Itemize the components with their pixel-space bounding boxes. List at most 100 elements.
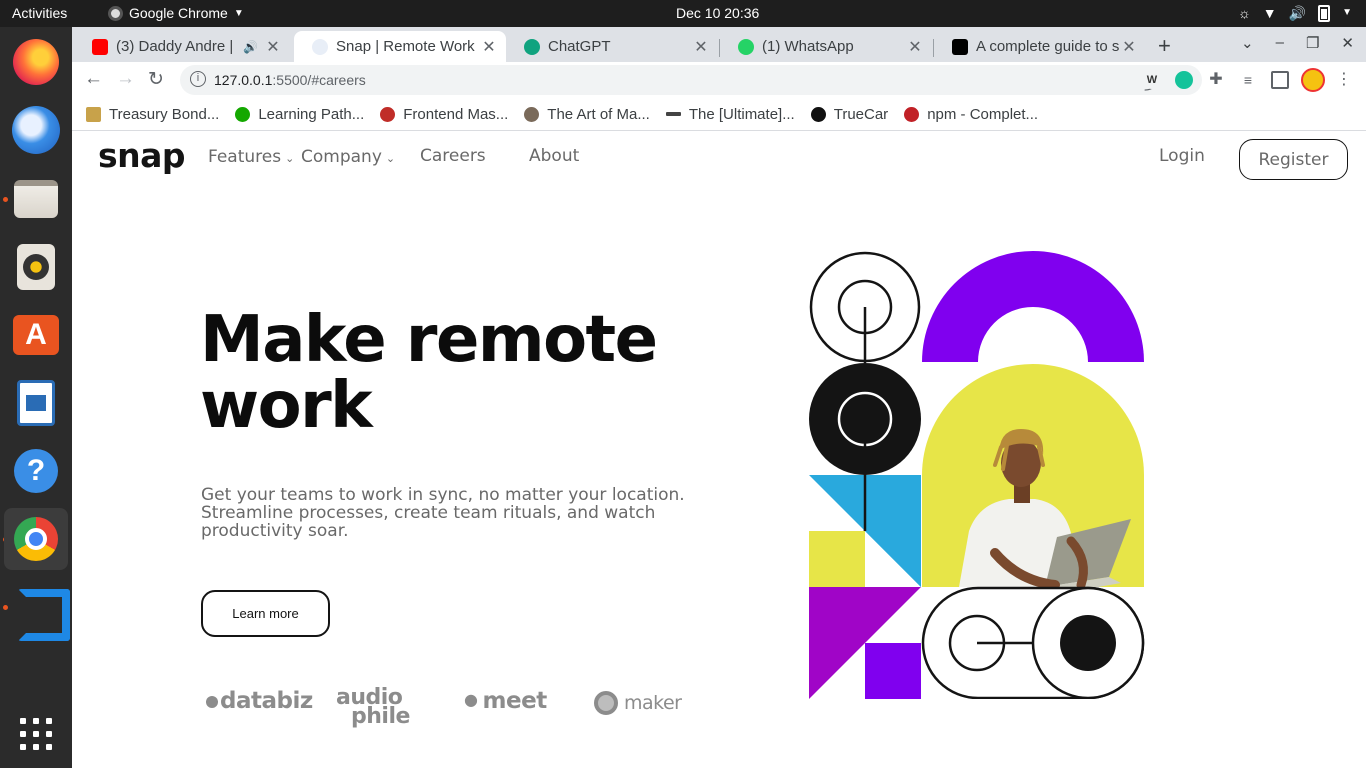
reload-icon[interactable]: ↻ <box>148 68 164 91</box>
dock-software[interactable]: A <box>10 309 62 361</box>
address-bar[interactable]: i 127.0.0.1:5500/#careers ⤴ ☆ <box>180 65 1202 95</box>
chrome-icon <box>14 517 58 561</box>
nav-careers[interactable]: Careers <box>420 146 486 166</box>
bookmark-item[interactable]: npm - Complet... <box>904 106 1038 123</box>
app-menu[interactable]: Google Chrome ▼ <box>108 5 244 21</box>
nav-label: Company <box>301 147 382 167</box>
yellow-square-shape <box>809 531 865 587</box>
bookmark-label: npm - Complet... <box>927 105 1039 123</box>
bookmark-item[interactable]: The [Ultimate]... <box>665 105 795 123</box>
blue-triangle-shape <box>865 531 921 587</box>
web-page: snap Features ⌄ Company ⌄ Careers About Lo… <box>72 132 1366 768</box>
nav-company[interactable]: Company ⌄ <box>301 147 395 167</box>
app-grid-icon <box>20 718 52 750</box>
hero-title: Make remote work <box>200 303 658 443</box>
close-tab-icon[interactable]: ✕ <box>692 37 710 57</box>
youtube-favicon-icon <box>92 38 108 55</box>
purple-arch-shape <box>922 251 1144 362</box>
extensions-puzzle-icon[interactable]: ✚ <box>1207 71 1225 89</box>
side-panel-icon[interactable] <box>1271 71 1289 89</box>
login-link[interactable]: Login <box>1159 146 1205 166</box>
client-name: meet <box>482 688 548 714</box>
activities-button[interactable]: Activities <box>12 5 67 21</box>
dock-writer[interactable] <box>10 377 62 429</box>
system-tray[interactable]: ☼ ▼ 🔊 ▼ <box>1238 4 1352 22</box>
bookmark-favicon-icon <box>904 106 920 122</box>
tab-youtube[interactable]: (3) Daddy Andre | B 🔊 ✕ <box>74 31 290 62</box>
nav-features[interactable]: Features ⌄ <box>208 147 294 167</box>
more-menu-icon[interactable]: ⋮ <box>1335 71 1353 89</box>
dock-show-apps[interactable] <box>10 708 62 760</box>
dock-help[interactable]: ? <box>10 445 62 497</box>
close-window-icon[interactable]: ✕ <box>1341 34 1354 52</box>
tab-whatsapp[interactable]: (1) WhatsApp ✕ <box>720 31 932 62</box>
tab-title: Snap | Remote Work <box>336 38 475 55</box>
client-name: maker <box>624 692 682 714</box>
dock-thunderbird[interactable] <box>10 104 62 156</box>
chevron-down-icon: ⌄ <box>285 152 295 165</box>
wifi-icon: ▼ <box>1262 5 1277 21</box>
wikipedia-extension-icon[interactable]: W <box>1143 71 1161 89</box>
tab-title: A complete guide to s <box>976 38 1120 55</box>
close-tab-icon[interactable]: ✕ <box>480 37 498 57</box>
back-icon[interactable]: ← <box>84 68 103 90</box>
browser-toolbar: ← → ↻ i 127.0.0.1:5500/#careers ⤴ ☆ W ✚ … <box>72 62 1366 98</box>
dock-rhythmbox[interactable] <box>10 241 62 293</box>
bookmark-favicon-icon <box>380 106 396 122</box>
close-tab-icon[interactable]: ✕ <box>906 37 924 57</box>
dock-chrome[interactable] <box>4 508 68 570</box>
files-icon <box>14 180 58 218</box>
vscode-icon <box>14 585 58 629</box>
chrome-app-icon <box>108 5 123 21</box>
minimize-icon[interactable]: – <box>1276 34 1284 52</box>
tab-chatgpt[interactable]: ChatGPT ✕ <box>506 31 718 62</box>
bookmark-item[interactable]: Learning Path... <box>235 106 364 123</box>
register-button[interactable]: Register <box>1239 139 1348 180</box>
hero-description: Get your teams to work in sync, no matte… <box>201 485 685 541</box>
medium-favicon-icon <box>952 38 968 55</box>
snap-logo[interactable]: snap <box>98 136 186 175</box>
thunderbird-icon <box>12 106 60 154</box>
bookmark-favicon-icon <box>524 106 540 122</box>
bookmark-label: Frontend Mas... <box>403 105 509 123</box>
bookmark-label: The Art of Ma... <box>547 105 650 123</box>
dock-vscode[interactable] <box>10 581 62 633</box>
tab-title: (1) WhatsApp <box>762 38 854 55</box>
grammarly-extension-icon[interactable] <box>1175 71 1193 89</box>
tab-search-icon[interactable]: ⌄ <box>1241 34 1254 52</box>
bookmark-favicon-icon <box>235 106 251 122</box>
firefox-icon <box>13 39 59 85</box>
client-logo-databiz: databiz <box>206 688 313 714</box>
bookmark-item[interactable]: TrueCar <box>810 106 888 123</box>
learn-more-button[interactable]: Learn more <box>201 590 330 637</box>
close-tab-icon[interactable]: ✕ <box>1120 37 1138 57</box>
forward-icon[interactable]: → <box>116 68 135 90</box>
bookmark-label: Treasury Bond... <box>109 105 220 123</box>
profile-avatar[interactable] <box>1301 68 1325 92</box>
url-host: 127.0.0.1 <box>214 72 273 88</box>
client-logo-audiophile: audio phile <box>336 687 410 728</box>
bookmarks-bar: Treasury Bond... Learning Path... Fronte… <box>72 98 1366 131</box>
writer-icon <box>17 380 55 426</box>
battery-icon <box>1318 4 1331 22</box>
tab-snap[interactable]: Snap | Remote Work ✕ <box>294 31 506 62</box>
close-tab-icon[interactable]: ✕ <box>264 37 282 57</box>
clock[interactable]: Dec 10 20:36 <box>676 5 759 21</box>
running-indicator <box>3 197 8 202</box>
dock-firefox[interactable] <box>10 36 62 88</box>
tab-medium[interactable]: A complete guide to s ✕ <box>934 31 1146 62</box>
bookmark-item[interactable]: The Art of Ma... <box>524 106 650 123</box>
chatgpt-favicon-icon <box>524 38 540 55</box>
bookmark-label: The [Ultimate]... <box>688 105 795 123</box>
system-top-bar: Activities Google Chrome ▼ Dec 10 20:36 … <box>0 0 1366 27</box>
site-info-icon[interactable]: i <box>190 71 206 87</box>
bookmark-item[interactable]: Frontend Mas... <box>380 106 508 123</box>
new-tab-button[interactable]: + <box>1158 33 1171 59</box>
media-controls-icon[interactable]: ≡ <box>1239 71 1257 89</box>
maximize-icon[interactable]: ❐ <box>1306 34 1319 52</box>
bookmark-item[interactable]: Treasury Bond... <box>86 106 219 123</box>
dock-files[interactable] <box>10 173 62 225</box>
databiz-dot-icon <box>206 696 218 708</box>
volume-icon: 🔊 <box>1288 5 1307 21</box>
nav-about[interactable]: About <box>529 146 579 166</box>
